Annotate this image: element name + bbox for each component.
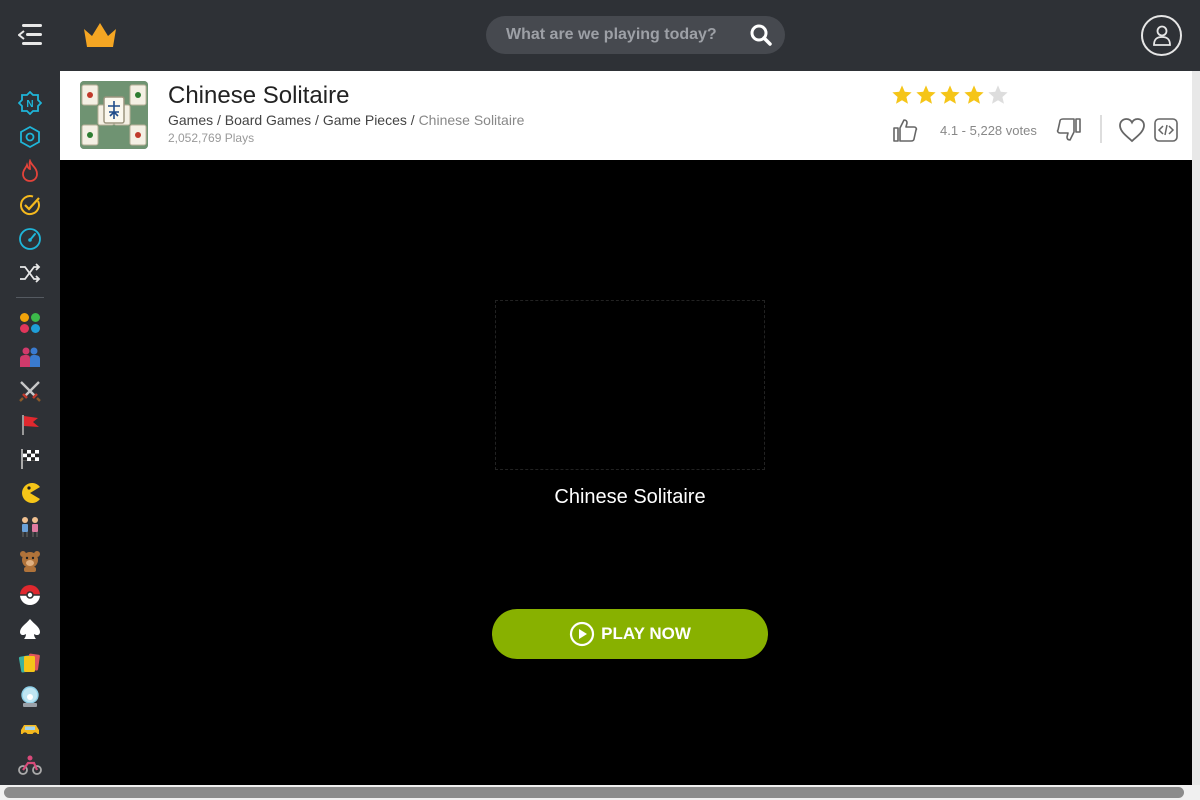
game-splash-image [495,300,765,470]
breadcrumb-current: Chinese Solitaire [418,112,525,128]
game-info-bar: Chinese Solitaire Games / Board Games / … [60,71,1192,160]
kids-icon[interactable] [18,515,42,539]
play-circle-icon [570,621,595,647]
breadcrumb-separator: / [213,112,225,128]
horizontal-scrollbar[interactable] [0,785,1200,800]
dots-icon[interactable] [18,311,42,335]
menu-icon[interactable] [18,24,42,46]
star-icon[interactable] [915,84,937,106]
car-icon[interactable] [18,719,42,743]
play-now-label: PLAY NOW [601,624,691,643]
search-icon[interactable] [750,24,772,46]
breadcrumb-game-pieces[interactable]: Game Pieces [323,112,407,128]
speedometer-icon[interactable] [18,227,42,251]
swords-icon[interactable] [18,379,42,403]
thumbs-up-icon[interactable] [892,117,918,143]
snow-globe-icon[interactable] [18,685,42,709]
category-sidebar: N [0,71,60,800]
breadcrumb-board-games[interactable]: Board Games [225,112,311,128]
star-icon[interactable] [963,84,985,106]
action-divider [1100,115,1102,143]
search-input[interactable] [486,16,736,54]
game-player[interactable]: Chinese Solitaire PLAY NOW [60,160,1192,785]
breadcrumb-games[interactable]: Games [168,112,213,128]
play-count: 2,052,769 Plays [168,131,255,145]
shuffle-icon[interactable] [18,261,42,285]
checkered-flag-icon[interactable] [18,447,42,471]
heart-icon[interactable] [1118,117,1146,143]
thumbs-down-icon[interactable] [1056,117,1082,143]
flag-icon[interactable] [18,413,42,437]
svg-text:N: N [26,99,33,110]
top-bar [0,0,1200,71]
check-clock-icon[interactable] [18,193,42,217]
two-players-icon[interactable] [18,345,42,369]
game-title: Chinese Solitaire [168,82,350,109]
star-rating[interactable] [891,84,1009,106]
user-icon[interactable] [1141,15,1182,56]
pacman-icon[interactable] [18,481,42,505]
teddy-bear-icon[interactable] [18,549,42,573]
spade-icon[interactable] [18,617,42,641]
star-icon[interactable] [891,84,913,106]
splash-game-title: Chinese Solitaire [554,486,706,508]
cards-icon[interactable] [18,651,42,675]
search-bar [486,16,785,54]
sidebar-divider [16,297,44,298]
horizontal-scrollbar-thumb[interactable] [4,787,1184,798]
votes-count: 4.1 - 5,228 votes [940,123,1037,138]
fire-icon[interactable] [18,159,42,183]
game-thumbnail[interactable] [80,81,148,149]
atom-icon[interactable] [18,125,42,149]
vertical-scrollbar[interactable] [1192,71,1200,785]
motorbike-icon[interactable] [18,753,42,777]
breadcrumb-separator: / [311,112,323,128]
new-icon[interactable]: N [18,91,42,115]
play-now-button[interactable]: PLAY NOW [492,609,768,659]
star-empty-icon[interactable] [987,84,1009,106]
crown-logo-icon[interactable] [82,20,118,50]
breadcrumb: Games / Board Games / Game Pieces / Chin… [168,112,524,128]
star-icon[interactable] [939,84,961,106]
embed-code-icon[interactable] [1154,118,1178,142]
breadcrumb-separator: / [406,112,419,128]
pokeball-icon[interactable] [18,583,42,607]
